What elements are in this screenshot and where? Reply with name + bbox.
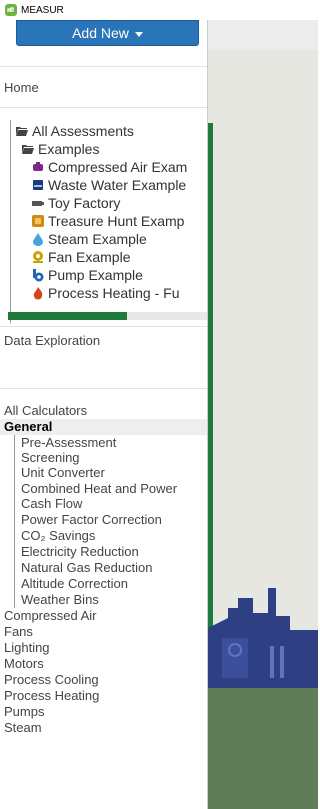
compressed-air-icon <box>31 160 45 174</box>
tree-item-process-heating[interactable]: Process Heating - Fu <box>31 284 180 302</box>
main-header-area <box>208 20 318 50</box>
treasure-hunt-icon <box>31 214 45 228</box>
calculator-item[interactable]: Pre-Assessment Screening <box>21 435 151 465</box>
general-calculator-group: Pre-Assessment Screening Unit Converter … <box>14 435 207 608</box>
tree-item-all-assessments[interactable]: All Assessments <box>15 122 134 140</box>
sidebar: Add New Home All Assessments Examples Co… <box>0 20 208 809</box>
tree-item-pump[interactable]: Pump Example <box>31 266 143 284</box>
tree-item-label: Treasure Hunt Examp <box>48 213 185 229</box>
assessment-progress-bar <box>8 312 207 320</box>
tree-item-toy-factory[interactable]: Toy Factory <box>31 194 120 212</box>
tree-item-fan[interactable]: Fan Example <box>31 248 130 266</box>
divider <box>0 388 207 389</box>
tree-item-label: Toy Factory <box>48 195 121 211</box>
calculator-category[interactable]: Pumps <box>0 704 207 720</box>
calculator-category[interactable]: Process Heating <box>0 688 207 704</box>
waste-water-icon <box>31 178 45 192</box>
calculator-item[interactable]: Weather Bins <box>21 592 207 608</box>
tree-item-waste-water[interactable]: Waste Water Example <box>31 176 186 194</box>
progress-fill <box>8 312 128 320</box>
title-bar: MEASUR <box>0 0 318 20</box>
steam-icon <box>31 232 45 246</box>
calculator-item[interactable]: Cash Flow <box>21 496 207 512</box>
calculator-item[interactable]: CO₂ Savings <box>21 528 207 544</box>
tree-item-treasure-hunt[interactable]: Treasure Hunt Examp <box>31 212 184 230</box>
calculator-item[interactable]: Electricity Reduction <box>21 544 207 560</box>
add-new-button[interactable]: Add New <box>16 20 199 46</box>
factory-illustration <box>208 588 318 688</box>
calculator-item[interactable]: Altitude Correction <box>21 576 207 592</box>
main-content <box>208 20 318 809</box>
window-title: MEASUR <box>21 4 64 16</box>
flame-icon <box>31 286 45 300</box>
tree-item-label: Compressed Air Exam <box>48 159 188 175</box>
folder-open-icon <box>15 124 29 138</box>
ground-area <box>208 688 318 809</box>
calculator-category[interactable]: Fans <box>0 624 207 640</box>
tree-item-compressed-air[interactable]: Compressed Air Exam <box>31 158 187 176</box>
fan-icon <box>31 250 45 264</box>
calculator-item[interactable]: Natural Gas Reduction <box>21 560 207 576</box>
tree-item-label: Steam Example <box>48 231 147 247</box>
calculator-list: All Calculators General Pre-Assessment S… <box>0 403 207 736</box>
calculator-category-general[interactable]: General <box>0 419 207 435</box>
tree-item-label: All Assessments <box>32 123 134 139</box>
tree-item-label: Fan Example <box>48 249 131 265</box>
divider <box>0 66 207 67</box>
battery-icon <box>31 196 45 210</box>
calculator-category[interactable]: Compressed Air <box>0 608 207 624</box>
assessment-tree: All Assessments Examples Compressed Air … <box>10 120 207 323</box>
tree-item-label: Examples <box>38 141 100 157</box>
tree-item-steam[interactable]: Steam Example <box>31 230 147 248</box>
add-new-label: Add New <box>72 25 129 41</box>
divider <box>0 326 207 327</box>
calculator-item[interactable]: Power Factor Correction <box>21 512 207 528</box>
calculator-item[interactable]: Unit Converter <box>21 465 207 481</box>
home-link[interactable]: Home <box>0 80 207 95</box>
calculator-category[interactable]: Motors <box>0 656 207 672</box>
calculator-category[interactable]: Process Cooling <box>0 672 207 688</box>
measur-logo-icon <box>5 4 17 16</box>
tree-item-label: Waste Water Example <box>48 177 187 193</box>
tree-item-examples[interactable]: Examples <box>21 140 99 158</box>
calculator-item[interactable]: Combined Heat and Power <box>21 481 181 496</box>
caret-down-icon <box>134 31 143 37</box>
folder-open-icon <box>21 142 35 156</box>
tree-item-label: Pump Example <box>48 267 143 283</box>
pump-icon <box>31 268 45 282</box>
calculator-category[interactable]: Lighting <box>0 640 207 656</box>
divider <box>0 107 207 108</box>
data-exploration-link[interactable]: Data Exploration <box>0 333 207 348</box>
calculator-category[interactable]: Steam <box>0 720 207 736</box>
tree-item-label: Process Heating - Fu <box>48 285 180 301</box>
all-calculators-link[interactable]: All Calculators <box>0 403 207 419</box>
